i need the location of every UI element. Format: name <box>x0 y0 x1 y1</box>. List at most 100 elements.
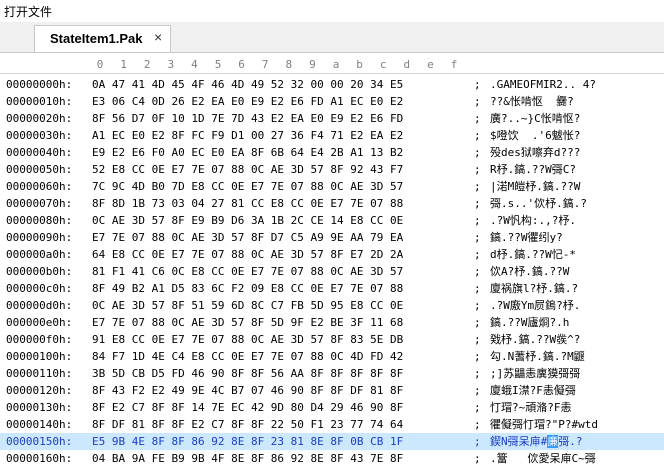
row-offset: 00000070h: <box>6 197 73 210</box>
row-hex-bytes[interactable]: 81 F1 41 C6 0C E8 CC 0E E7 7E 07 88 0C A… <box>92 263 403 280</box>
hex-row[interactable]: 000000d0h: 0C AE 3D 57 8F 51 59 6D 8C C7 … <box>0 297 664 314</box>
ruler-column-d: d <box>403 58 411 71</box>
row-ascii[interactable]: 鎬.??W廬烱?.h <box>490 314 569 331</box>
hex-row[interactable]: 00000060h: 7C 9C 4D B0 7D E8 CC 0E E7 7E … <box>0 178 664 195</box>
ruler-column-1: 1 <box>120 58 127 71</box>
row-ascii[interactable]: R杼.鎬.??W彁C? <box>490 161 576 178</box>
row-offset: 00000140h: <box>6 418 73 431</box>
row-ascii[interactable]: |渃M皚杼.鎬.??W <box>490 178 580 195</box>
hex-row[interactable]: 00000000h: 0A 47 41 4D 45 4F 46 4D 49 52 … <box>0 76 664 93</box>
hex-row[interactable]: 00000030h: A1 EC E0 E2 8F FC F9 D1 00 27 … <box>0 127 664 144</box>
row-ascii[interactable]: d杼.鎬.??W忋-* <box>490 246 576 263</box>
row-offset: 00000150h: <box>6 435 73 448</box>
ruler-column-2: 2 <box>143 58 151 71</box>
hex-row[interactable]: 00000020h: 8F 56 D7 0F 10 1D 7E 7D 43 E2 … <box>0 110 664 127</box>
row-hex-bytes[interactable]: E3 06 C4 0D 26 E2 EA E0 E9 E2 E6 FD A1 E… <box>92 93 403 110</box>
row-hex-bytes[interactable]: 52 E8 CC 0E E7 7E 07 88 0C AE 3D 57 8F 9… <box>92 161 403 178</box>
row-ascii[interactable]: .?W廒Ym屃鎢?杼. <box>490 297 580 314</box>
row-hex-bytes[interactable]: 3B 5D CB D5 FD 46 90 8F 8F 56 AA 8F 8F 8… <box>92 365 403 382</box>
row-ascii[interactable]: 佽A?杼.鎬.??W <box>490 263 569 280</box>
row-offset: 00000090h: <box>6 231 73 244</box>
row-ascii[interactable]: ??&怅啃怄 爨? <box>490 93 574 110</box>
ascii-separator: ; <box>474 95 481 108</box>
row-offset: 000000c0h: <box>6 282 73 295</box>
hex-row[interactable]: 00000050h: 52 E8 CC 0E E7 7E 07 88 0C AE … <box>0 161 664 178</box>
row-offset: 000000f0h: <box>6 333 73 346</box>
hex-row[interactable]: 000000f0h: 91 E8 CC 0E E7 7E 07 88 0C AE … <box>0 331 664 348</box>
row-offset: 000000e0h: <box>6 316 73 329</box>
row-ascii[interactable]: 彁.s..'佽杼.鎬.? <box>490 195 587 212</box>
row-ascii[interactable]: 廈祸旗l?杼.鎬.? <box>490 280 578 297</box>
row-hex-bytes[interactable]: 8F 56 D7 0F 10 1D 7E 7D 43 E2 EA E0 E9 E… <box>92 110 403 127</box>
ascii-separator: ; <box>474 418 481 431</box>
hex-row[interactable]: 00000110h: 3B 5D CB D5 FD 46 90 8F 8F 56 … <box>0 365 664 382</box>
hex-row[interactable]: 00000100h: 84 F7 1D 4E C4 E8 CC 0E E7 7E … <box>0 348 664 365</box>
ruler-column-5: 5 <box>214 58 222 71</box>
row-offset: 000000a0h: <box>6 248 73 261</box>
row-hex-bytes[interactable]: 8F 49 B2 A1 D5 83 6C F2 09 E8 CC 0E E7 7… <box>92 280 403 297</box>
row-ascii[interactable]: 鎬.??W忂纼y? <box>490 229 563 246</box>
row-ascii[interactable]: 勾.N蓍杼.鎬.?M鼴 <box>490 348 585 365</box>
window-titlebar: 打开文件 <box>0 0 664 22</box>
hex-row[interactable]: 00000080h: 0C AE 3D 57 8F E9 B9 D6 3A 1B … <box>0 212 664 229</box>
row-offset: 00000080h: <box>6 214 73 227</box>
row-ascii[interactable]: 殁des狱嚓弃d??? <box>490 144 580 161</box>
row-hex-bytes[interactable]: 8F 43 F2 E2 49 9E 4C B7 07 46 90 8F 8F D… <box>92 382 403 399</box>
hex-row[interactable]: 000000e0h: E7 7E 07 88 0C AE 3D 57 8F 5D … <box>0 314 664 331</box>
row-ascii[interactable]: 戣杼.鎬.??W彂^? <box>490 331 580 348</box>
ascii-separator: ; <box>474 282 481 295</box>
row-hex-bytes[interactable]: 84 F7 1D 4E C4 E8 CC 0E E7 7E 07 88 0C 4… <box>92 348 403 365</box>
hex-row[interactable]: 00000090h: E7 7E 07 88 0C AE 3D 57 8F D7 … <box>0 229 664 246</box>
row-ascii[interactable]: 鍥N彁呆庘#亷彁.? <box>490 433 583 450</box>
row-ascii[interactable]: $噔饮 .'6魃怅? <box>490 127 580 144</box>
row-ascii[interactable]: .GAMEOFMIR2.. 4? <box>490 76 596 93</box>
row-ascii[interactable]: ;]苏鼺恚廙獏彁彁 <box>490 365 580 382</box>
row-hex-bytes[interactable]: E7 7E 07 88 0C AE 3D 57 8F 5D 9F E2 BE 3… <box>92 314 403 331</box>
tab-label: StateItem1.Pak <box>50 31 143 46</box>
row-hex-bytes[interactable]: 8F E2 C7 8F 8F 14 7E EC 42 9D 80 D4 29 4… <box>92 399 403 416</box>
ascii-separator: ; <box>474 248 481 261</box>
row-hex-bytes[interactable]: 0C AE 3D 57 8F E9 B9 D6 3A 1B 2C CE 14 E… <box>92 212 403 229</box>
tab-strip: StateItem1.Pak × <box>0 22 664 53</box>
row-hex-bytes[interactable]: A1 EC E0 E2 8F FC F9 D1 00 27 36 F4 71 E… <box>92 127 403 144</box>
row-hex-bytes[interactable]: 0A 47 41 4D 45 4F 46 4D 49 52 32 00 00 2… <box>92 76 403 93</box>
ascii-separator: ; <box>474 197 481 210</box>
tab-stateitem1[interactable]: StateItem1.Pak × <box>34 25 171 52</box>
row-hex-bytes[interactable]: E5 9B 4E 8F 8F 86 92 8E 8F 23 81 8E 8F 0… <box>92 433 403 450</box>
ruler-column-4: 4 <box>191 58 198 71</box>
ascii-cursor[interactable]: 亷 <box>547 435 559 448</box>
ruler-column-f: f <box>450 58 458 71</box>
hex-row[interactable]: 00000120h: 8F 43 F2 E2 49 9E 4C B7 07 46 … <box>0 382 664 399</box>
ascii-text: 鍥N彁呆庘# <box>490 435 548 448</box>
row-ascii[interactable]: 忊瑁?~頑潃?F恚 <box>490 399 572 416</box>
row-ascii[interactable]: .?W忛构:.,?杼. <box>490 212 576 229</box>
ruler-column-0: 0 <box>96 58 104 71</box>
hex-row[interactable]: 00000150h: E5 9B 4E 8F 8F 86 92 8E 8F 23 … <box>0 433 664 450</box>
hex-row[interactable]: 00000140h: 8F DF 81 8F 8F E2 C7 8F 8F 22 … <box>0 416 664 433</box>
hex-row[interactable]: 000000a0h: 64 E8 CC 0E E7 7E 07 88 0C AE … <box>0 246 664 263</box>
row-offset: 00000110h: <box>6 367 73 380</box>
hex-row[interactable]: 000000c0h: 8F 49 B2 A1 D5 83 6C F2 09 E8 … <box>0 280 664 297</box>
row-offset: 000000d0h: <box>6 299 73 312</box>
close-icon[interactable]: × <box>154 29 162 45</box>
row-hex-bytes[interactable]: 8F 8D 1B 73 03 04 27 81 CC E8 CC 0E E7 7… <box>92 195 403 212</box>
row-hex-bytes[interactable]: E9 E2 E6 F0 A0 EC E0 EA 8F 6B 64 E4 2B A… <box>92 144 403 161</box>
ascii-text: 彁.? <box>558 435 583 448</box>
row-hex-bytes[interactable]: E7 7E 07 88 0C AE 3D 57 8F D7 C5 A9 9E A… <box>92 229 403 246</box>
hex-row[interactable]: 00000070h: 8F 8D 1B 73 03 04 27 81 CC E8 … <box>0 195 664 212</box>
row-hex-bytes[interactable]: 64 E8 CC 0E E7 7E 07 88 0C AE 3D 57 8F E… <box>92 246 403 263</box>
hex-row[interactable]: 000000b0h: 81 F1 41 C6 0C E8 CC 0E E7 7E … <box>0 263 664 280</box>
row-hex-bytes[interactable]: 8F DF 81 8F 8F E2 C7 8F 8F 22 50 F1 23 7… <box>92 416 403 433</box>
row-ascii[interactable]: 廣?..~}C怅啃怄? <box>490 110 580 127</box>
ascii-separator: ; <box>474 333 481 346</box>
row-hex-bytes[interactable]: 7C 9C 4D B0 7D E8 CC 0E E7 7E 07 88 0C A… <box>92 178 403 195</box>
hex-row[interactable]: 00000130h: 8F E2 C7 8F 8F 14 7E EC 42 9D … <box>0 399 664 416</box>
hex-row[interactable]: 00000010h: E3 06 C4 0D 26 E2 EA E0 E9 E2 … <box>0 93 664 110</box>
row-hex-bytes[interactable]: 91 E8 CC 0E E7 7E 07 88 0C AE 3D 57 8F 8… <box>92 331 403 348</box>
row-ascii[interactable]: 廈蛾I澿?F恚儗彁 <box>490 382 576 399</box>
row-hex-bytes[interactable]: 0C AE 3D 57 8F 51 59 6D 8C C7 FB 5D 95 E… <box>92 297 403 314</box>
ascii-separator: ; <box>474 78 481 91</box>
hex-row[interactable]: 00000040h: E9 E2 E6 F0 A0 EC E0 EA 8F 6B … <box>0 144 664 161</box>
ruler-column-b: b <box>356 58 363 71</box>
row-ascii[interactable]: 忂儗彁忊瑁?"P?#wtd <box>490 416 598 433</box>
